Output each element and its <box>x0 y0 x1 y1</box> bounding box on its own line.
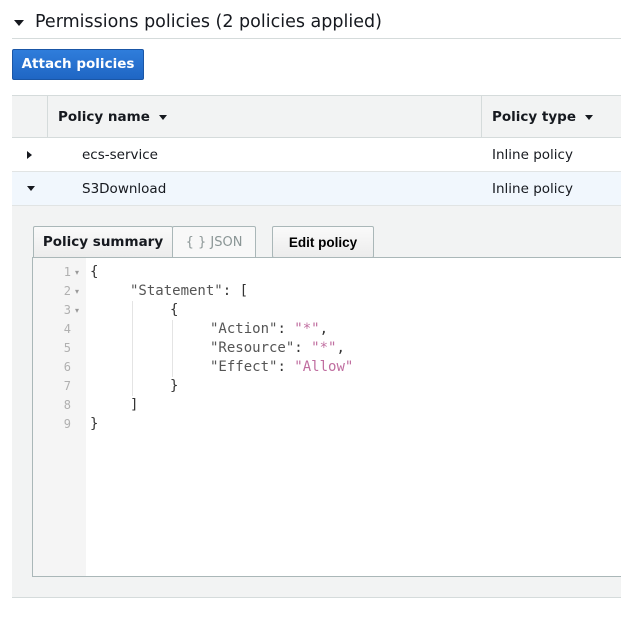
line-number: 3 <box>63 303 71 317</box>
permissions-section-header[interactable]: Permissions policies (2 policies applied… <box>14 10 382 34</box>
line-number: 5 <box>63 341 71 355</box>
code-token: { <box>90 264 99 280</box>
column-label: Policy name <box>58 108 150 125</box>
expander-column-header <box>12 96 48 137</box>
code-area[interactable]: { "Statement": [ { "Action": "*", "Resource"… <box>86 258 621 576</box>
policy-name-cell: ecs-service <box>82 146 158 163</box>
policy-detail-panel: Policy summary { } JSON Edit policy 1 ▾ 2 ▾… <box>12 206 621 598</box>
sort-down-icon <box>585 115 593 120</box>
collapse-caret-icon[interactable] <box>14 20 24 26</box>
column-header-policy-type[interactable]: Policy type <box>492 96 593 137</box>
line-number: 2 <box>63 284 71 298</box>
header-divider <box>12 38 621 39</box>
line-number: 9 <box>63 417 71 431</box>
column-divider <box>481 96 482 137</box>
tab-json[interactable]: { } JSON <box>172 226 256 258</box>
fold-arrow-icon[interactable]: ▾ <box>75 301 79 320</box>
code-token: , <box>319 321 329 337</box>
code-token: : <box>277 321 295 337</box>
column-label: Policy type <box>492 108 576 125</box>
collapse-row-toggle[interactable] <box>27 172 35 205</box>
code-token: "*" <box>311 340 337 356</box>
caret-right-icon[interactable] <box>27 150 32 159</box>
code-token: "Allow" <box>294 359 354 375</box>
indent-guide <box>172 320 173 377</box>
edit-policy-button[interactable]: Edit policy <box>272 226 374 258</box>
code-token: : <box>277 359 295 375</box>
line-number: 1 <box>63 265 71 279</box>
code-token: : <box>294 340 312 356</box>
policy-type-cell: Inline policy <box>492 146 573 163</box>
code-token: "Resource" <box>210 340 295 356</box>
policies-table: Policy name Policy type ecs-service Inli… <box>12 95 621 598</box>
line-number: 4 <box>63 322 71 336</box>
line-number: 7 <box>63 379 71 393</box>
code-token: "Effect" <box>210 359 278 375</box>
code-token: } <box>90 416 99 432</box>
table-row[interactable]: ecs-service Inline policy <box>12 138 621 172</box>
code-token: ] <box>130 397 139 413</box>
indent-guide <box>132 301 133 396</box>
section-title: Permissions policies (2 policies applied… <box>35 12 382 32</box>
code-token: : [ <box>222 283 249 299</box>
json-editor[interactable]: 1 ▾ 2 ▾ 3 ▾ 4 5 6 7 8 9 { "Statement": [ { "Action": "… <box>32 257 621 577</box>
code-token: "*" <box>294 321 320 337</box>
code-token: { <box>170 302 179 318</box>
line-number: 8 <box>63 398 71 412</box>
column-header-policy-name[interactable]: Policy name <box>58 96 167 137</box>
tab-policy-summary[interactable]: Policy summary <box>33 226 173 258</box>
policy-name-cell: S3Download <box>82 180 167 197</box>
expand-row-toggle[interactable] <box>27 138 32 171</box>
line-number: 6 <box>63 360 71 374</box>
code-token: "Action" <box>210 321 278 337</box>
table-header: Policy name Policy type <box>12 95 621 138</box>
policy-type-cell: Inline policy <box>492 180 573 197</box>
caret-down-icon[interactable] <box>27 186 35 191</box>
fold-arrow-icon[interactable]: ▾ <box>75 263 79 282</box>
line-number-gutter: 1 ▾ 2 ▾ 3 ▾ 4 5 6 7 8 9 <box>33 258 86 576</box>
code-token: , <box>336 340 345 356</box>
sort-down-icon <box>158 115 167 120</box>
code-token: } <box>170 378 179 394</box>
table-row[interactable]: S3Download Inline policy <box>12 172 621 206</box>
fold-arrow-icon[interactable]: ▾ <box>75 282 79 301</box>
attach-policies-button[interactable]: Attach policies <box>12 49 144 80</box>
code-token: "Statement" <box>130 283 223 299</box>
